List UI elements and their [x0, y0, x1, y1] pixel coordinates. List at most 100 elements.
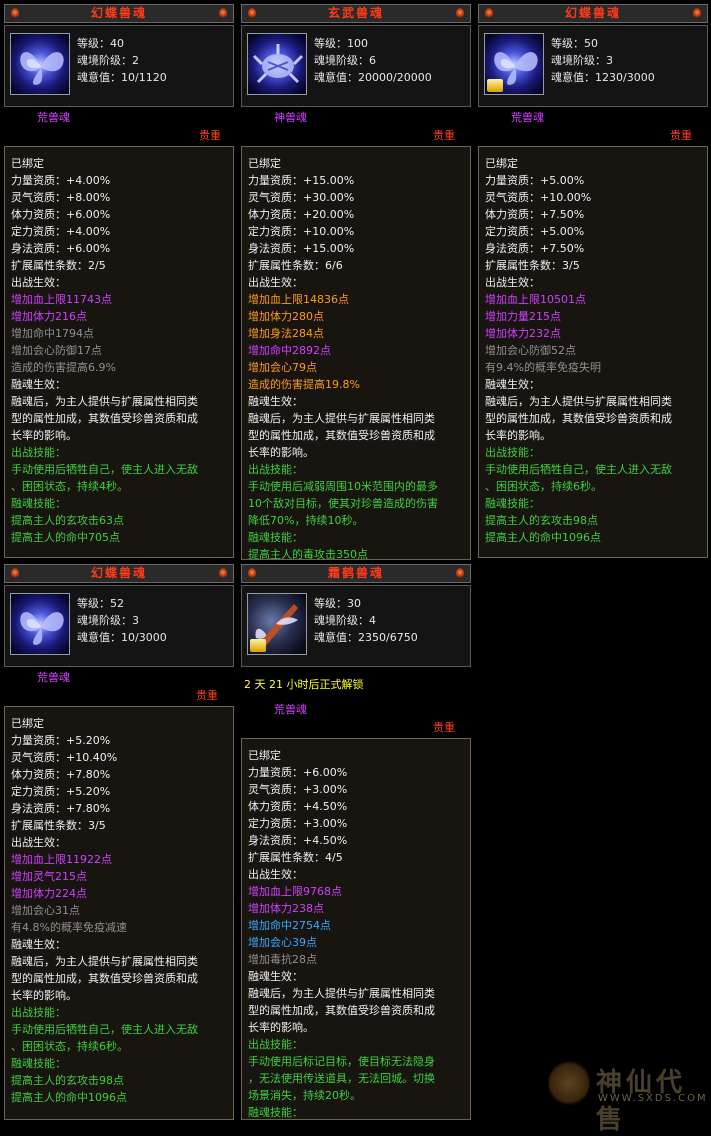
attribute-line: 增加体力216点 — [11, 310, 87, 323]
unlock-timer: 2 天 21 小时后正式解锁 — [244, 678, 364, 691]
stat-realm: 魂境阶级：3 — [77, 614, 139, 627]
attribute-line: 体力资质：+7.80% — [11, 768, 111, 781]
attribute-line: 提高主人的命中1096点 — [11, 1091, 127, 1104]
attribute-line: 体力资质：+7.50% — [485, 208, 585, 221]
attribute-line: 融魂生效： — [248, 970, 303, 983]
attribute-line: 提高主人的毒攻击350点 — [248, 548, 368, 560]
attribute-line: 增加血上限11743点 — [11, 293, 112, 306]
attribute-line: 融魂生效： — [11, 938, 66, 951]
ornament-icon — [485, 8, 493, 19]
attribute-line: 身法资质：+7.50% — [485, 242, 585, 255]
attribute-line: 已绑定 — [11, 157, 44, 170]
attribute-line: 提高主人的玄攻击98点 — [11, 1074, 124, 1087]
attribute-line: 长率的影响。 — [485, 429, 551, 442]
attribute-line: 增加灵气215点 — [11, 870, 87, 883]
attribute-line: 融魂生效： — [485, 378, 540, 391]
attribute-line: 扩展属性条数：2/5 — [11, 259, 106, 272]
attribute-line: 灵气资质：+3.00% — [248, 783, 348, 796]
attribute-line: 定力资质：+5.00% — [485, 225, 585, 238]
card-header: 等级：100 魂境阶级：6 魂意值：20000/20000 — [241, 25, 471, 107]
attribute-line: 提高主人的玄攻击98点 — [485, 514, 598, 527]
attribute-list: 已绑定 力量资质：+5.20% 灵气资质：+10.40% 体力资质：+7.80% 定力资… — [4, 706, 234, 1120]
item-card-0: 幻蝶兽魂 等级：40 魂境阶级：2 魂意值：10/1120 荒兽魂 贵重 已绑定… — [2, 0, 238, 560]
rarity-label: 贵重 — [433, 721, 455, 734]
attribute-line: 体力资质：+20.00% — [248, 208, 355, 221]
card-title-bar: 幻蝶兽魂 — [4, 4, 234, 23]
ornament-icon — [11, 8, 19, 19]
stat-level: 等级：50 — [551, 37, 598, 50]
attribute-line: 体力资质：+6.00% — [11, 208, 111, 221]
attribute-line: 增加体力280点 — [248, 310, 324, 323]
attribute-line: 增加会心31点 — [11, 904, 80, 917]
stat-realm: 魂境阶级：4 — [314, 614, 376, 627]
attribute-line: 已绑定 — [11, 717, 44, 730]
ornament-icon — [456, 568, 464, 579]
attribute-line: 扩展属性条数：3/5 — [485, 259, 580, 272]
attribute-line: 增加会心39点 — [248, 936, 317, 949]
butterfly-soul-icon[interactable] — [484, 33, 544, 95]
attribute-line: 灵气资质：+10.40% — [11, 751, 118, 764]
stat-realm: 魂境阶级：6 — [314, 54, 376, 67]
attribute-line: 10个敌对目标，使其对珍兽造成的伤害 — [248, 497, 438, 510]
soul-type: 荒兽魂 — [511, 111, 544, 124]
stat-soul-value: 魂意值：10/1120 — [77, 71, 167, 84]
attribute-line: 有9.4%的概率免疫失明 — [485, 361, 601, 374]
attribute-line: 力量资质：+6.00% — [248, 766, 348, 779]
attribute-line: 扩展属性条数：3/5 — [11, 819, 106, 832]
rarity-label: 贵重 — [433, 129, 455, 142]
stat-soul-value: 魂意值：20000/20000 — [314, 71, 432, 84]
attribute-line: 出战技能： — [11, 446, 66, 459]
attribute-line: 增加命中1794点 — [11, 327, 94, 340]
crane-soul-icon[interactable] — [247, 593, 307, 655]
ornament-icon — [693, 8, 701, 19]
attribute-line: 融魂后，为主人提供与扩展属性相同类 — [485, 395, 672, 408]
attribute-line: 融魂后，为主人提供与扩展属性相同类 — [11, 955, 198, 968]
stat-soul-value: 魂意值：1230/3000 — [551, 71, 655, 84]
attribute-line: 出战生效： — [485, 276, 540, 289]
attribute-line: 体力资质：+4.50% — [248, 800, 348, 813]
attribute-line: 融魂技能： — [11, 497, 66, 510]
attribute-line: 扩展属性条数：6/6 — [248, 259, 343, 272]
butterfly-soul-icon[interactable] — [10, 593, 70, 655]
attribute-line: 场景消失，持续20秒。 — [248, 1089, 361, 1102]
attribute-line: 型的属性加成，其数值受珍兽资质和成 — [11, 972, 198, 985]
card-header: 等级：50 魂境阶级：3 魂意值：1230/3000 — [478, 25, 708, 107]
ornament-icon — [219, 8, 227, 19]
attribute-line: 力量资质：+15.00% — [248, 174, 355, 187]
attribute-line: 增加血上限9768点 — [248, 885, 342, 898]
attribute-line: 增加血上限10501点 — [485, 293, 586, 306]
attribute-line: 提高主人的命中705点 — [11, 531, 120, 544]
attribute-line: 型的属性加成，其数值受珍兽资质和成 — [485, 412, 672, 425]
attribute-line: 增加毒抗28点 — [248, 953, 317, 966]
item-card-2: 幻蝶兽魂 等级：50 魂境阶级：3 魂意值：1230/3000 荒兽魂 贵重 已… — [476, 0, 711, 560]
attribute-line: 出战技能： — [11, 1006, 66, 1019]
attribute-line: 增加血上限14836点 — [248, 293, 349, 306]
watermark-url: WWW.SXDS.COM — [598, 1093, 708, 1104]
butterfly-soul-icon[interactable] — [10, 33, 70, 95]
stat-realm: 魂境阶级：2 — [77, 54, 139, 67]
attribute-line: 、困困状态，持续4秒。 — [11, 480, 128, 493]
attribute-line: 降低70%，持续10秒。 — [248, 514, 364, 527]
xuanwu-soul-icon[interactable] — [247, 33, 307, 95]
attribute-line: 出战生效： — [248, 276, 303, 289]
attribute-line: 增加体力232点 — [485, 327, 561, 340]
card-title: 玄武兽魂 — [327, 6, 384, 20]
rarity-label: 贵重 — [670, 129, 692, 142]
bound-badge-icon — [487, 79, 503, 92]
attribute-line: 手动使用后牺牲自己，使主人进入无敌 — [11, 463, 198, 476]
attribute-line: 灵气资质：+10.00% — [485, 191, 592, 204]
item-card-3: 幻蝶兽魂 等级：52 魂境阶级：3 魂意值：10/3000 荒兽魂 贵重 已绑定… — [2, 560, 238, 1120]
ornament-icon — [248, 568, 256, 579]
item-card-4: 霜鹤兽魂 等级：30 魂境阶级：4 魂意值：2350/6750 2 天 21 小… — [239, 560, 475, 1120]
attribute-line: 融魂技能： — [485, 497, 540, 510]
attribute-line: 型的属性加成，其数值受珍兽资质和成 — [11, 412, 198, 425]
soul-type: 神兽魂 — [274, 111, 307, 124]
card-title: 幻蝶兽魂 — [90, 566, 147, 580]
attribute-line: 出战技能： — [485, 446, 540, 459]
attribute-line: 融魂后，为主人提供与扩展属性相同类 — [248, 412, 435, 425]
attribute-line: 融魂技能： — [248, 531, 303, 544]
attribute-line: 增加身法284点 — [248, 327, 324, 340]
attribute-line: 定力资质：+4.00% — [11, 225, 111, 238]
attribute-line: 提高主人的玄攻击63点 — [11, 514, 124, 527]
attribute-line: 增加会心防御52点 — [485, 344, 576, 357]
